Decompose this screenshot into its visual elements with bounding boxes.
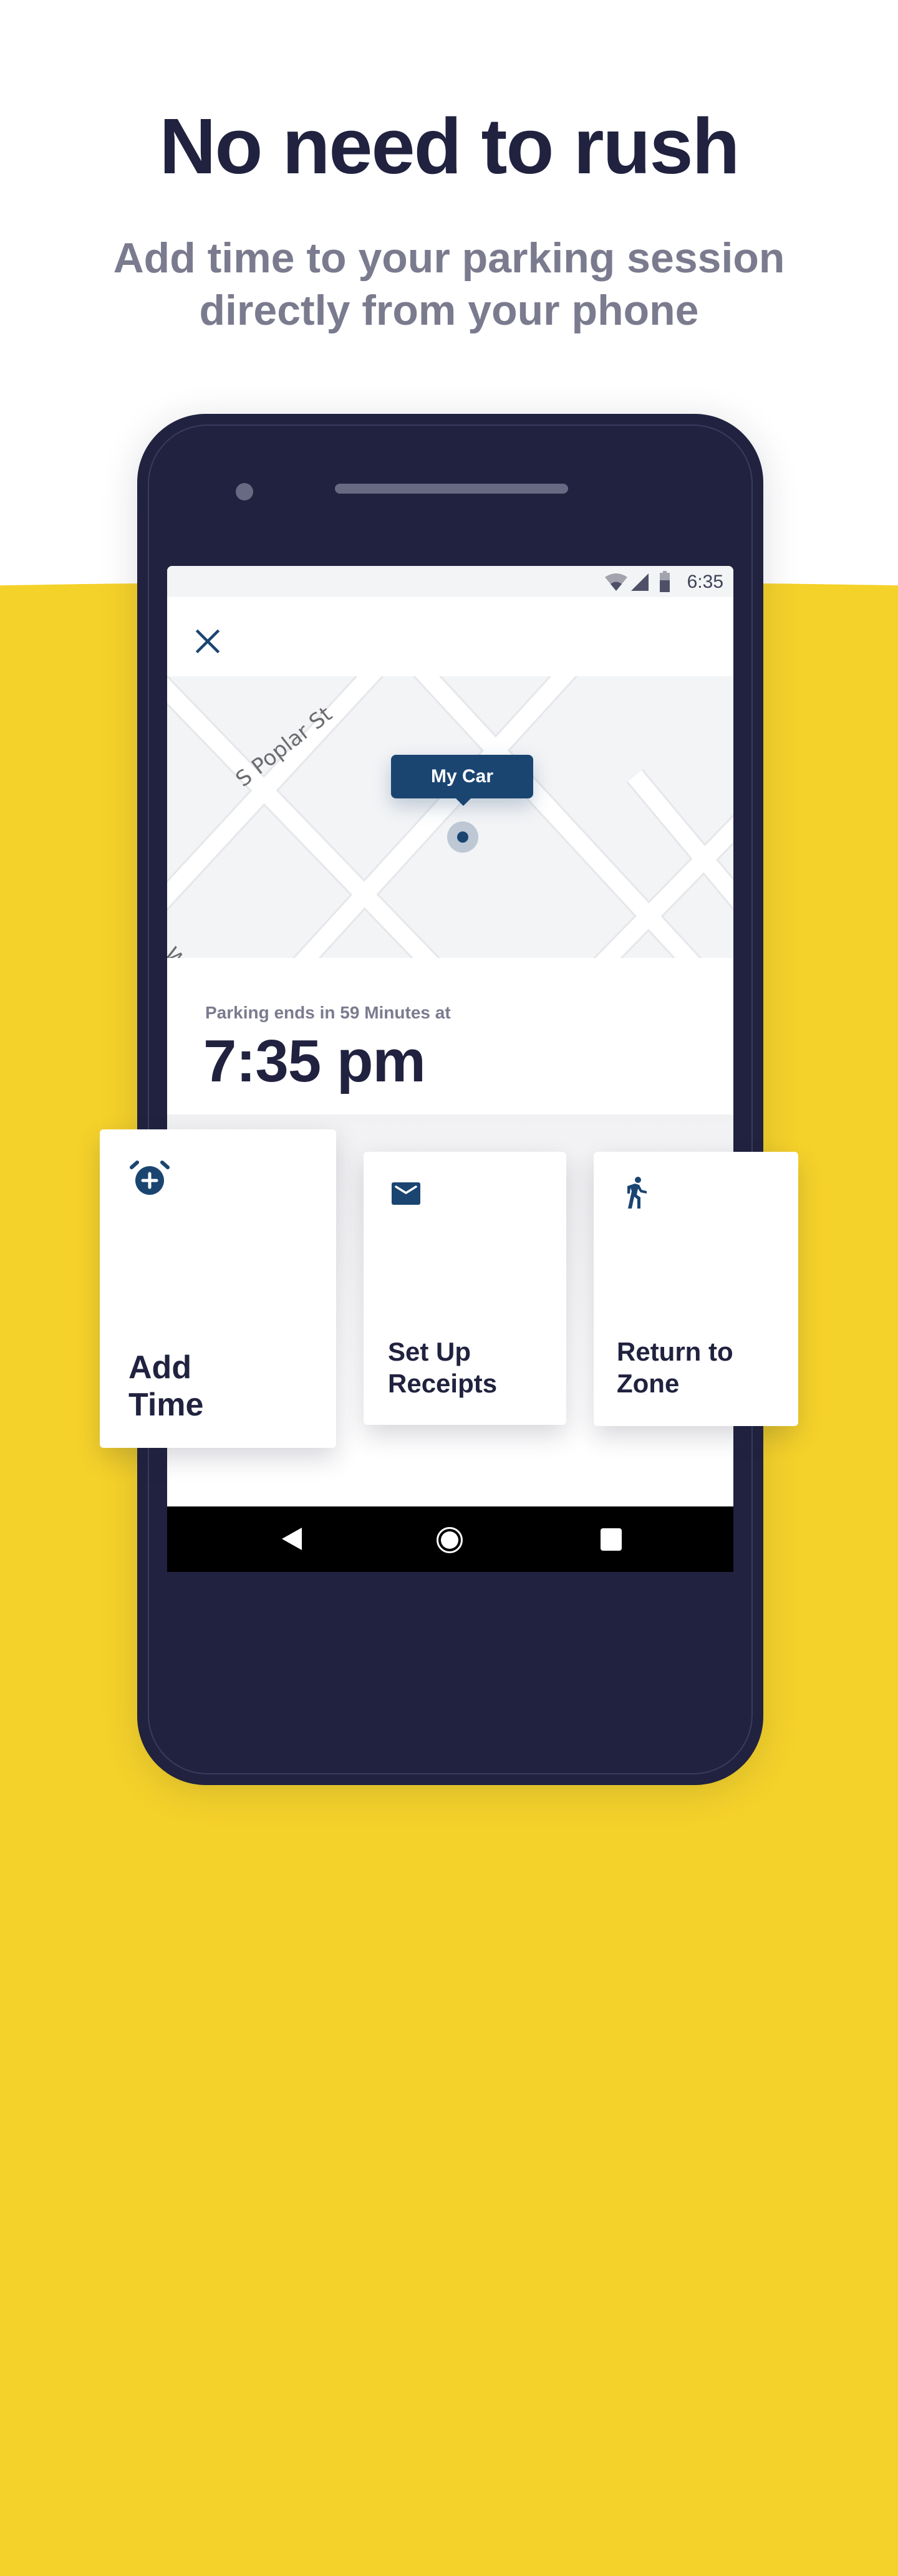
battery-icon [660, 571, 670, 592]
page-title: No need to rush [159, 102, 740, 190]
set-up-receipts-label: Set Up Receipts [388, 1336, 497, 1399]
nav-back-button[interactable] [282, 1528, 302, 1550]
parking-ends-label: Parking ends in 59 Minutes at [205, 1003, 451, 1022]
wifi-icon [605, 573, 627, 591]
my-car-label-text: My Car [430, 766, 494, 787]
status-bar: 6:35 [167, 566, 733, 597]
set-up-receipts-card[interactable]: Set Up Receipts [364, 1152, 566, 1425]
my-car-marker-label[interactable]: My Car [391, 755, 533, 806]
android-nav-bar [167, 1506, 733, 1572]
close-icon [195, 629, 220, 654]
add-time-label-line1: Add [128, 1349, 192, 1386]
subtitle-line-2: directly from your phone [199, 287, 699, 334]
nav-home-button[interactable] [437, 1527, 463, 1553]
mail-icon [392, 1182, 420, 1205]
close-button[interactable] [192, 626, 223, 657]
map-view[interactable]: S Poplar St W S My Car [167, 676, 733, 958]
status-time: 6:35 [687, 572, 723, 592]
cell-signal-icon [631, 573, 649, 591]
return-to-zone-card[interactable]: Return to Zone [594, 1152, 798, 1426]
car-location-pin[interactable] [447, 821, 478, 853]
phone-speaker [335, 484, 568, 494]
parking-end-time: 7:35 pm [203, 1028, 426, 1094]
set-up-receipts-label-line1: Set Up [388, 1337, 471, 1366]
add-time-card[interactable]: Add Time [100, 1129, 336, 1448]
car-location-dot [457, 831, 468, 843]
add-time-label: Add Time [128, 1349, 203, 1424]
phone-camera [236, 483, 253, 500]
nav-recents-button[interactable] [601, 1528, 622, 1551]
walk-icon [627, 1177, 647, 1209]
alarm-add-icon [130, 1161, 170, 1195]
return-to-zone-label-line1: Return to [617, 1337, 733, 1366]
page-subtitle: Add time to your parking session directl… [0, 232, 898, 337]
return-to-zone-label-line2: Zone [617, 1369, 680, 1398]
add-time-label-line2: Time [128, 1387, 204, 1423]
subtitle-line-1: Add time to your parking session [113, 234, 785, 282]
return-to-zone-label: Return to Zone [617, 1336, 733, 1399]
set-up-receipts-label-line2: Receipts [388, 1369, 498, 1398]
marker-label-arrow [456, 798, 471, 806]
map-streets [167, 676, 733, 958]
